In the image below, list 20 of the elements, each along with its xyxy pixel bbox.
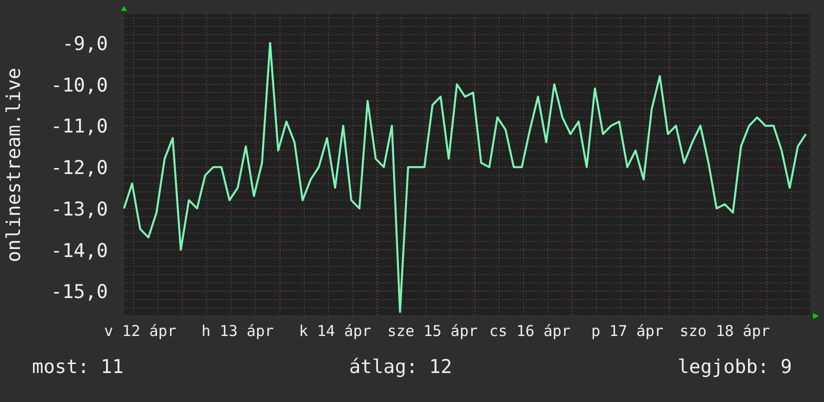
y-tick-label: -13,0 [50,198,108,220]
axis-arrow-icon [121,6,127,11]
y-tick-label: -14,0 [50,240,108,262]
legend-text: most: 11 [32,355,124,380]
y-axis-title: onlinestream.live [3,68,25,262]
x-tick-label: sze 15 ápr [387,322,478,340]
x-tick-label: h 13 ápr [202,322,274,340]
legend-text: átlag: 12 [349,355,452,380]
legend-text: legjobb: 9 [678,355,792,380]
y-tick-label: -10,0 [50,74,108,96]
x-tick-label: p 17 ápr [591,322,664,340]
y-tick-label: -9,0 [62,32,108,55]
y-tick-label: -11,0 [50,116,108,138]
x-tick-label: v 12 ápr [104,322,176,340]
axis-arrow-icon [813,313,819,319]
x-tick-label: k 14 ápr [298,322,372,340]
y-tick-label: -12,0 [50,157,108,180]
y-tick-label: -15,0 [50,281,108,304]
x-tick-label: szo 18 ápr [680,322,770,340]
x-tick-label: cs 16 ápr [489,322,571,340]
